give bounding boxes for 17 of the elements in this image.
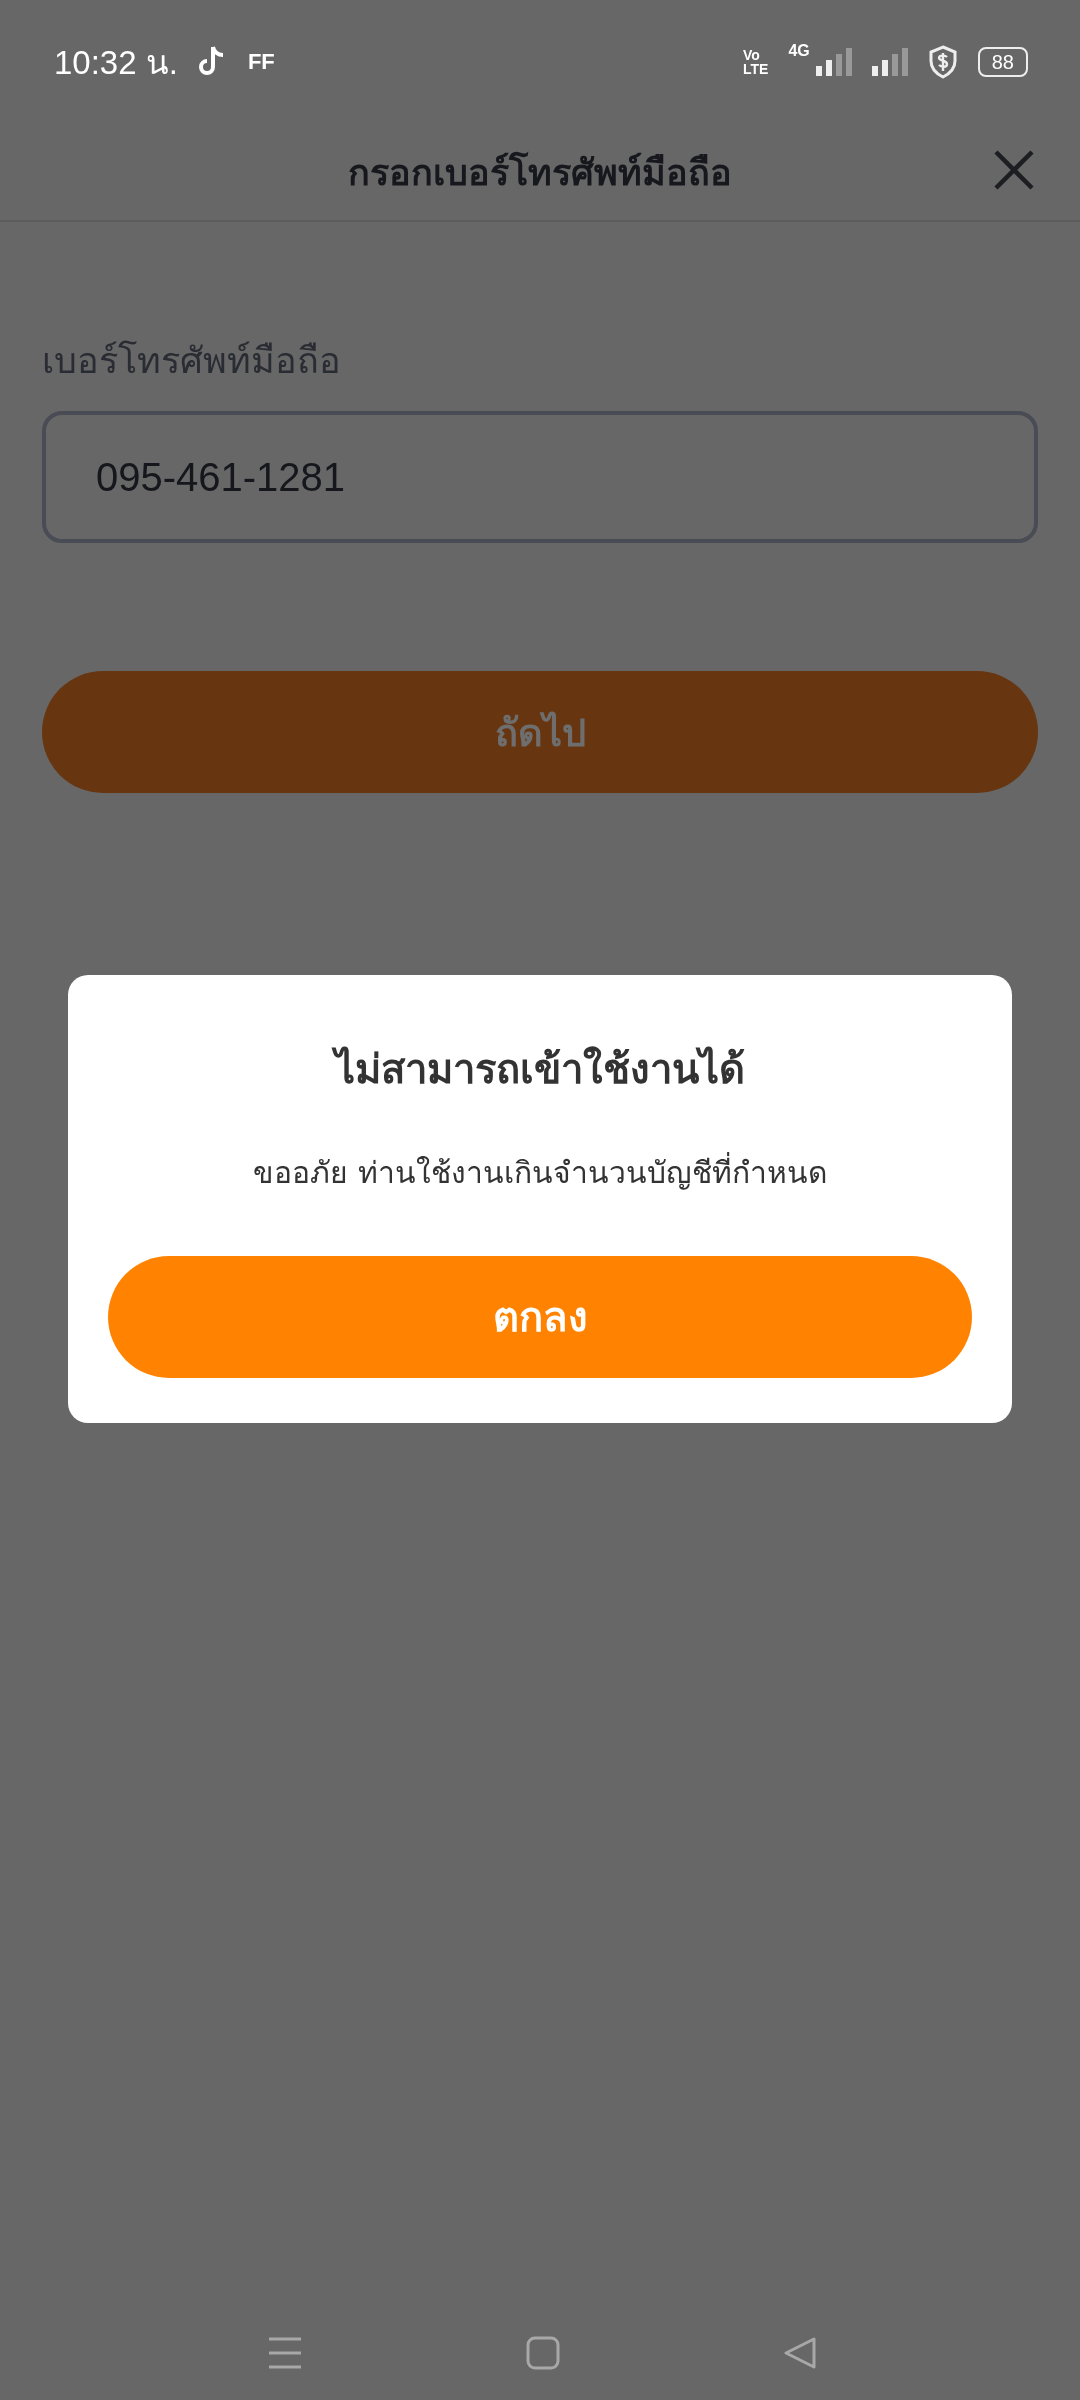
close-icon[interactable]: [992, 148, 1036, 192]
signal-icon: [815, 48, 852, 76]
shield-icon: [927, 45, 958, 79]
app-label: FF: [247, 49, 275, 75]
phone-field[interactable]: 095-461-1281: [42, 411, 1038, 543]
volte-indicator: Vo LTE: [743, 48, 769, 76]
menu-icon[interactable]: [268, 2337, 302, 2369]
ok-button[interactable]: ตกลง: [108, 1256, 972, 1378]
network-type: 4G: [788, 42, 810, 60]
dialog-message: ขออภัย ท่านใช้งานเกินจำนวนบัญชีที่กำหนด: [253, 1149, 827, 1196]
signal-icon: [871, 48, 908, 76]
back-icon[interactable]: [784, 2336, 816, 2370]
field-label: เบอร์โทรศัพท์มือถือ: [42, 339, 341, 383]
page-title: กรอกเบอร์โทรศัพท์มือถือ: [348, 150, 732, 195]
battery-indicator: 88: [977, 47, 1028, 77]
status-time: 10:32 น.: [54, 42, 178, 83]
home-icon[interactable]: [526, 2336, 560, 2370]
